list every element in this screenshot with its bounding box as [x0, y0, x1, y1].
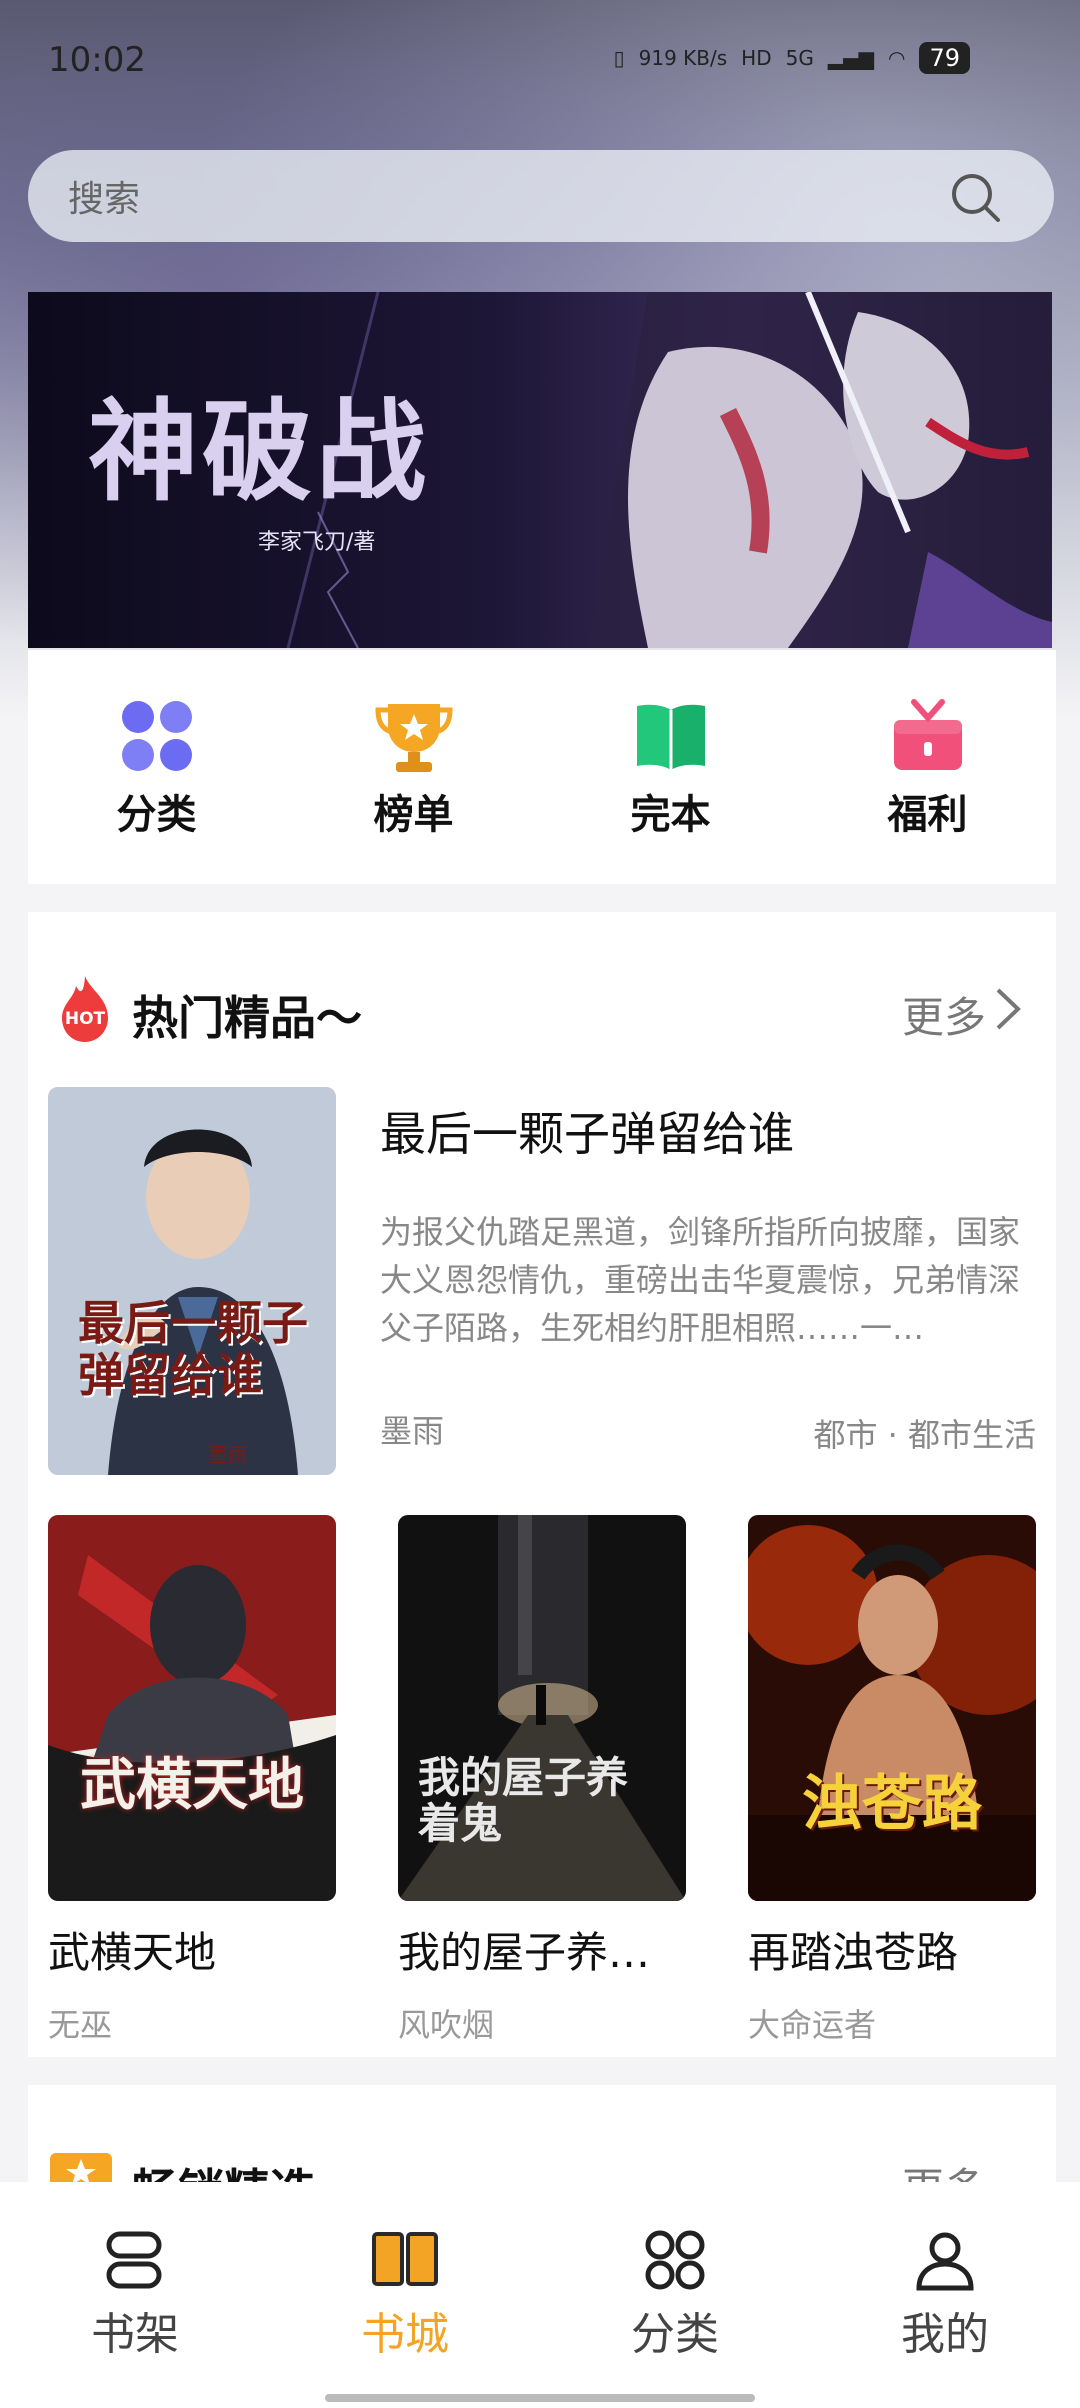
promo-banner[interactable]: 神破战 李家飞刀/著	[28, 292, 1052, 648]
book-card[interactable]: 武横天地 武横天地 无巫	[48, 1515, 336, 2046]
gift-icon	[893, 699, 962, 770]
tab-bookstore[interactable]: 书城	[270, 2182, 540, 2408]
status-icons: ▯ 919 KB/s HD 5G ▂▄▆ ◠ 79	[614, 42, 970, 74]
status-time: 10:02	[48, 40, 146, 80]
wifi-icon: ◠	[888, 46, 906, 70]
cover-image	[748, 1515, 1036, 1901]
open-book-icon	[372, 2232, 438, 2286]
signal-icon: ▂▄▆	[827, 46, 874, 70]
quick-link-completed[interactable]: 完本	[542, 650, 799, 884]
network-type: 5G	[785, 46, 814, 70]
trophy-icon	[374, 704, 453, 772]
status-bar: 10:02 ▯ 919 KB/s HD 5G ▂▄▆ ◠ 79	[0, 0, 1080, 120]
quick-link-ranking[interactable]: 榜单	[285, 650, 542, 884]
featured-book-title[interactable]: 最后一颗子弹留给谁	[380, 1098, 794, 1164]
search-bar[interactable]: 搜索	[28, 150, 1054, 242]
quick-link-category[interactable]: 分类	[28, 650, 285, 884]
quick-link-label: 福利	[887, 792, 968, 838]
home-indicator[interactable]	[325, 2394, 755, 2402]
book-card[interactable]: 浊苍路 再踏浊苍路 大命运者	[748, 1515, 1036, 2046]
tab-label: 书城	[361, 2309, 449, 2360]
bestseller-section: 畅销精选～ 更多	[28, 2085, 1056, 2218]
cover-title-text: 我的屋子养着鬼	[418, 1753, 629, 1848]
profile-icon	[916, 2232, 974, 2291]
book-title[interactable]: 再踏浊苍路	[748, 1919, 1036, 1980]
network-speed: 919 KB/s	[638, 46, 728, 70]
tab-profile[interactable]: 我的	[810, 2182, 1080, 2408]
tab-label: 分类	[631, 2309, 719, 2360]
hot-section: HOT 热门精品～ 更多 最后一颗子弹留给谁 墨雨 最后一颗子弹留给谁 为报父仇…	[28, 912, 1056, 2057]
chevron-right-icon[interactable]	[994, 986, 1022, 1032]
bottom-tab-bar: 书架 书城 分类 我的	[0, 2182, 1080, 2408]
battery-indicator: 79	[919, 42, 970, 74]
hot-section-header: HOT 热门精品～ 更多	[28, 912, 1056, 1062]
cover-image	[48, 1515, 336, 1901]
cover-title-text: 浊苍路	[802, 1769, 982, 1839]
tab-category[interactable]: 分类	[540, 2182, 810, 2408]
featured-book-tags: 都市 · 都市生活	[813, 1416, 1036, 1454]
vibrate-icon: ▯	[613, 46, 625, 70]
book-cover[interactable]: 浊苍路	[748, 1515, 1036, 1901]
hot-badge: HOT	[65, 1009, 106, 1029]
book-icon	[636, 704, 705, 770]
section-title: 热门精品～	[132, 991, 362, 1045]
grid-icon	[121, 701, 192, 771]
featured-book-cover[interactable]: 最后一颗子弹留给谁 墨雨	[48, 1087, 336, 1475]
book-author: 无巫	[48, 2006, 113, 2044]
hd-icon: HD	[741, 46, 772, 70]
quick-link-label: 分类	[116, 792, 197, 838]
quick-link-label: 榜单	[373, 792, 454, 838]
cover-title-text: 最后一颗子弹留给谁	[78, 1296, 308, 1402]
banner-title: 神破战	[88, 387, 430, 516]
bookshelf-icon	[106, 2231, 162, 2289]
book-title[interactable]: 我的屋子养…	[398, 1919, 686, 1980]
featured-book-author: 墨雨	[380, 1412, 445, 1450]
quick-links: 分类 榜单 完本 福利	[28, 650, 1056, 884]
cover-title-text: 武横天地	[80, 1752, 304, 1818]
more-link[interactable]: 更多	[902, 984, 986, 1045]
featured-book-description: 为报父仇踏足黑道，剑锋所指所向披靡，国家大义恩怨情仇，重磅出击华夏震惊，兄弟情深…	[380, 1213, 1021, 1347]
category-icon	[645, 2230, 705, 2290]
book-cover[interactable]: 我的屋子养着鬼	[398, 1515, 686, 1901]
banner-author: 李家飞刀/著	[258, 530, 376, 555]
search-icon[interactable]	[948, 170, 1004, 226]
quick-link-welfare[interactable]: 福利	[799, 650, 1056, 884]
book-cover[interactable]: 武横天地	[48, 1515, 336, 1901]
cover-author-text: 墨雨	[208, 1443, 248, 1467]
tab-label: 我的	[901, 2309, 989, 2360]
book-title[interactable]: 武横天地	[48, 1919, 336, 1980]
book-author: 大命运者	[748, 2006, 877, 2044]
cover-image	[48, 1087, 336, 1475]
book-author: 风吹烟	[398, 2006, 495, 2044]
tab-label: 书架	[91, 2309, 179, 2360]
quick-link-label: 完本	[630, 792, 711, 838]
fire-icon: HOT	[62, 976, 108, 1042]
book-card[interactable]: 我的屋子养着鬼 我的屋子养… 风吹烟	[398, 1515, 686, 2046]
search-placeholder: 搜索	[68, 179, 141, 220]
tab-bookshelf[interactable]: 书架	[0, 2182, 270, 2408]
